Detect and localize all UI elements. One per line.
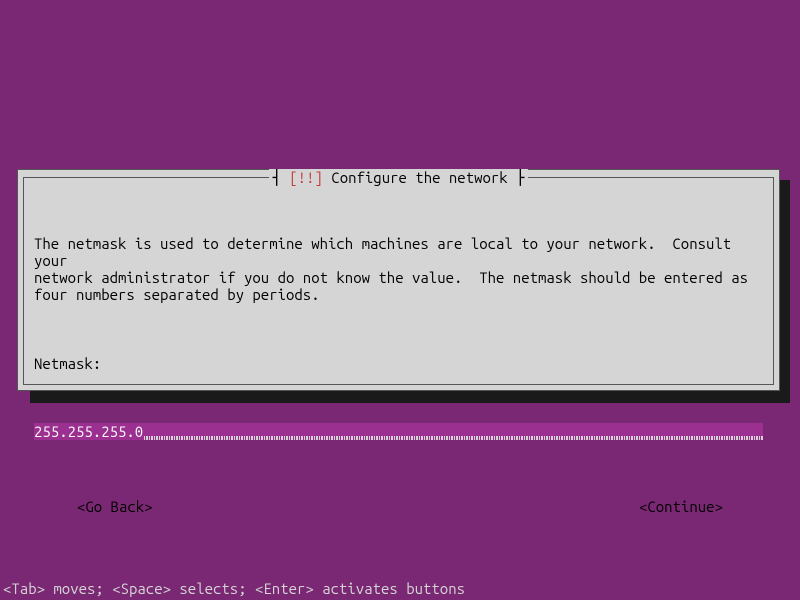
- dialog-frame: ┤ [!!] Configure the network ├ The netma…: [23, 177, 774, 385]
- continue-button[interactable]: <Continue>: [639, 498, 723, 515]
- configure-network-dialog: ┤ [!!] Configure the network ├ The netma…: [17, 169, 780, 391]
- dialog-content: The netmask is used to determine which m…: [24, 178, 773, 559]
- netmask-label: Netmask:: [34, 355, 763, 372]
- dialog-button-row: <Go Back> <Continue>: [34, 498, 763, 515]
- footer-hints: <Tab> moves; <Space> selects; <Enter> ac…: [3, 580, 465, 597]
- dialog-description: The netmask is used to determine which m…: [34, 235, 763, 303]
- netmask-input-value: 255.255.255.0: [34, 423, 143, 440]
- go-back-button[interactable]: <Go Back>: [77, 498, 153, 515]
- netmask-input[interactable]: 255.255.255.0: [34, 423, 763, 440]
- netmask-input-fill: [143, 423, 763, 440]
